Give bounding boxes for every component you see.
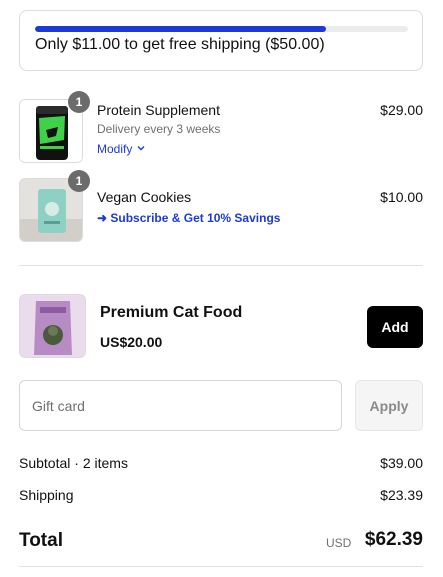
shipping-label: Shipping [19, 487, 74, 503]
subtotal-value: $39.00 [380, 455, 423, 471]
subscribe-savings-link[interactable]: ➜ Subscribe & Get 10% Savings [97, 211, 280, 225]
item-name: Protein Supplement [97, 102, 220, 118]
shipping-progress-fill [35, 26, 326, 32]
shipping-value: $23.39 [380, 487, 423, 503]
premium-cat-food-image [19, 294, 86, 358]
subtotal-label: Subtotal · 2 items [19, 455, 128, 471]
shipping-message: Only $11.00 to get free shipping ($50.00… [35, 36, 325, 53]
gift-card-input[interactable] [19, 380, 342, 431]
divider [19, 566, 423, 567]
item-price: $10.00 [380, 189, 423, 205]
delivery-frequency: Delivery every 3 weeks [97, 122, 221, 136]
quantity-badge: 1 [68, 170, 90, 192]
total-label: Total [19, 530, 63, 551]
chevron-down-icon [136, 142, 146, 156]
upsell-product-name: Premium Cat Food [100, 304, 243, 321]
modify-subscription-button[interactable]: Modify [97, 142, 146, 156]
free-shipping-banner: Only $11.00 to get free shipping ($50.00… [19, 10, 423, 71]
item-price: $29.00 [380, 102, 423, 118]
modify-label: Modify [97, 142, 133, 156]
total-value: $62.39 [364, 529, 423, 550]
total-currency: USD [326, 536, 352, 550]
apply-gift-card-button[interactable]: Apply [355, 380, 423, 431]
cart-line-item: 1 Vegan Cookies ➜ Subscribe & Get 10% Sa… [19, 170, 423, 242]
quantity-badge: 1 [68, 91, 90, 113]
upsell-product-price: US$20.00 [100, 334, 163, 350]
cart-line-item: 1 Protein Supplement Delivery every 3 we… [19, 91, 423, 163]
item-name: Vegan Cookies [97, 189, 192, 205]
divider [19, 265, 423, 266]
shipping-progress-bar [35, 26, 408, 32]
add-upsell-button[interactable]: Add [367, 306, 423, 348]
